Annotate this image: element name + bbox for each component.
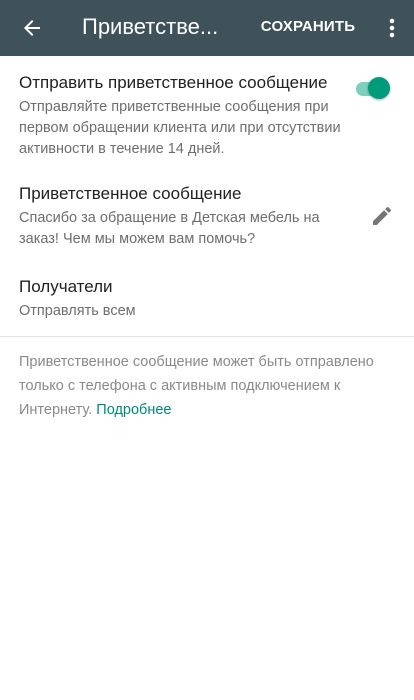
greeting-toggle-description: Отправляйте приветственные сообщения при… — [19, 99, 341, 157]
greeting-message-title: Приветственное сообщение — [19, 184, 242, 203]
recipients-value: Отправлять всем — [19, 303, 136, 319]
section-divider — [0, 336, 414, 337]
arrow-left-icon — [24, 20, 40, 36]
back-button[interactable] — [14, 10, 50, 46]
info-note-text: Приветственное сообщение может быть отпр… — [19, 354, 374, 418]
learn-more-link[interactable]: Подробнее — [96, 402, 171, 418]
greeting-toggle-row: Отправить приветственное сообщение Отпра… — [0, 64, 414, 164]
toggle-thumb — [368, 77, 390, 99]
overflow-menu-button[interactable] — [380, 10, 404, 46]
greeting-message-row[interactable]: Приветственное сообщение Спасибо за обра… — [0, 172, 414, 252]
page-title: Приветстве... — [82, 14, 219, 39]
recipients-title: Получатели — [19, 277, 113, 296]
greeting-toggle-title: Отправить приветственное сообщение — [19, 73, 328, 92]
greeting-message-text: Спасибо за обращение в Детская мебель на… — [19, 210, 320, 247]
pencil-icon — [373, 206, 392, 225]
more-vertical-icon — [389, 18, 395, 38]
save-button[interactable]: СОХРАНИТЬ — [256, 10, 360, 44]
info-note: Приветственное сообщение может быть отпр… — [19, 350, 379, 422]
recipients-row[interactable]: Получатели Отправлять всем — [0, 268, 414, 330]
app-bar: Приветстве... СОХРАНИТЬ — [0, 0, 414, 56]
greeting-toggle-switch[interactable] — [352, 76, 392, 100]
edit-message-button[interactable] — [368, 202, 396, 230]
